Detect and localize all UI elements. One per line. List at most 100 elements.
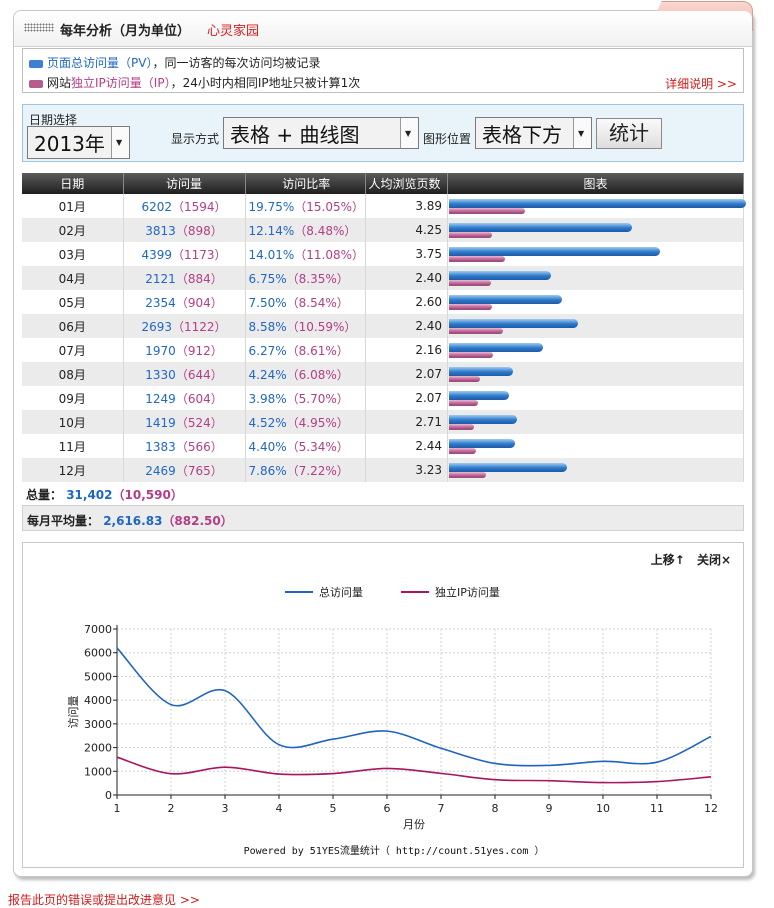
x-tick-label: 8 xyxy=(492,802,499,815)
cell-pv-ratio: 14.01% xyxy=(248,247,295,262)
chevron-down-icon xyxy=(573,118,591,148)
cell-visits: 1970（912） xyxy=(123,338,246,362)
header-ratio: 访问比率 xyxy=(245,173,367,194)
cell-ip: （644） xyxy=(175,367,223,382)
cell-ip-ratio: （15.05%） xyxy=(294,199,365,214)
cell-ratio: 12.14%（8.48%） xyxy=(245,218,367,242)
cell-pv: 1970 xyxy=(145,343,176,358)
pv-bar xyxy=(449,223,632,232)
pv-bar xyxy=(449,343,544,352)
cell-ip-ratio: （10.59%） xyxy=(286,319,357,334)
ip-bar xyxy=(449,328,503,334)
cell-ratio: 6.75%（8.35%） xyxy=(245,266,367,290)
table-header-row: 日期 访问量 访问比率 人均浏览页数 图表 xyxy=(22,173,744,194)
cell-ratio: 7.86%（7.22%） xyxy=(245,458,367,482)
cell-ip-ratio: （8.35%） xyxy=(286,271,349,286)
cell-pv: 1419 xyxy=(145,415,176,430)
cell-chart xyxy=(447,266,744,290)
series-line-2 xyxy=(116,756,712,784)
cell-pv-ratio: 4.40% xyxy=(248,439,287,454)
cell-avg-pages: 2.44 xyxy=(365,434,449,458)
cell-pv-ratio: 4.24% xyxy=(248,367,287,382)
cell-pv-ratio: 3.98% xyxy=(248,391,287,406)
cell-pv-ratio: 12.14% xyxy=(248,223,295,238)
cell-chart xyxy=(447,386,744,410)
cell-ip-ratio: （8.61%） xyxy=(286,343,349,358)
pv-bar xyxy=(449,271,551,280)
cell-ratio: 6.27%（8.61%） xyxy=(245,338,367,362)
line-chart: 010002000300040005000600070001 2 3 4 5 6 7 8 9 10… xyxy=(67,585,718,857)
y-tick-label: 4000 xyxy=(84,694,112,707)
cell-pv-ratio: 4.52% xyxy=(248,415,287,430)
cell-ip: （524） xyxy=(175,415,223,430)
legend-box: 页面总访问量（PV），同一访客的每次访问均被记录 网站独立IP访问量（IP），2… xyxy=(22,48,744,93)
cell-pv: 1330 xyxy=(145,367,176,382)
table-row: 01月 6202（1594） 19.75%（15.05%） 3.89 xyxy=(22,194,747,218)
legend-pv: 页面总访问量（PV），同一访客的每次访问均被记录 xyxy=(29,54,320,71)
cell-ip: （1594） xyxy=(172,199,227,214)
year-select[interactable]: 2013年 xyxy=(27,126,130,159)
ip-bar xyxy=(449,400,478,406)
cell-month: 01月 xyxy=(22,194,124,218)
cell-pv: 1383 xyxy=(145,439,176,454)
display-select[interactable]: 表格 + 曲线图 xyxy=(223,117,419,149)
cell-pv: 6202 xyxy=(141,199,172,214)
position-select[interactable]: 表格下方 xyxy=(475,117,592,149)
table-row: 09月 1249（604） 3.98%（5.70%） 2.07 xyxy=(22,386,744,410)
site-name: 心灵家园 xyxy=(207,24,260,39)
drag-grip-icon[interactable] xyxy=(24,23,54,32)
ip-bar xyxy=(449,232,493,238)
legend-ip-desc: ，24小时内相同IP地址只被计算1次 xyxy=(170,76,361,90)
y-tick-label: 1000 xyxy=(84,765,112,778)
cell-ratio: 4.24%（6.08%） xyxy=(245,362,367,386)
cell-visits: 2121（884） xyxy=(123,266,246,290)
feedback-link[interactable]: 报告此页的错误或提出改进意见 >> xyxy=(8,891,200,908)
table-row: 11月 1383（566） 4.40%（5.34%） 2.44 xyxy=(22,434,744,458)
cell-month: 06月 xyxy=(22,314,124,338)
cell-ip: （604） xyxy=(175,391,223,406)
cell-chart xyxy=(447,458,744,482)
y-tick-label: 0 xyxy=(105,789,112,802)
detail-link[interactable]: 详细说明 >> xyxy=(665,75,737,92)
header-date: 日期 xyxy=(22,173,124,194)
cell-avg-pages: 4.25 xyxy=(365,218,449,242)
cell-avg-pages: 2.40 xyxy=(365,314,449,338)
legend-label-2: 独立IP访问量 xyxy=(435,585,500,599)
ip-bar xyxy=(449,472,486,478)
cell-month: 09月 xyxy=(22,386,124,410)
cell-ip: （1122） xyxy=(172,319,227,334)
table-row: 05月 2354（904） 7.50%（8.54%） 2.60 xyxy=(22,290,744,314)
cell-ip-ratio: （7.22%） xyxy=(286,463,349,478)
chevron-down-icon xyxy=(111,127,129,158)
x-tick-label: 9 xyxy=(546,802,553,815)
position-label: 图形位置 xyxy=(423,132,472,146)
cell-visits: 2469（765） xyxy=(123,458,246,482)
cell-ip: （912） xyxy=(175,343,223,358)
header-visits: 访问量 xyxy=(123,173,246,194)
cell-visits: 2693（1122） xyxy=(123,314,246,338)
cell-avg-pages: 2.07 xyxy=(365,386,449,410)
y-tick-label: 5000 xyxy=(84,670,112,683)
cell-ip: （566） xyxy=(175,439,223,454)
ip-bar xyxy=(449,256,506,262)
cell-ip: （904） xyxy=(175,295,223,310)
cell-ip-ratio: （6.08%） xyxy=(286,367,349,382)
cell-chart xyxy=(447,242,744,266)
cell-avg-pages: 3.89 xyxy=(365,194,449,218)
cell-chart xyxy=(447,314,744,338)
totals-row: 总量： 31,402（10,590） xyxy=(22,481,744,505)
cell-month: 05月 xyxy=(22,290,124,314)
cell-month: 02月 xyxy=(22,218,124,242)
cell-chart xyxy=(447,434,744,458)
cell-pv: 4399 xyxy=(141,247,172,262)
cell-ip-ratio: （8.48%） xyxy=(294,223,357,238)
stats-table: 日期 访问量 访问比率 人均浏览页数 图表 01月 6202（1594） 19.75… xyxy=(22,173,747,482)
monthly-average-row: 每月平均量： 2,616.83（882.50） xyxy=(22,505,744,531)
position-select-value: 表格下方 xyxy=(482,123,562,147)
submit-button[interactable]: 统计 xyxy=(596,118,662,149)
cell-pv-ratio: 7.86% xyxy=(248,463,287,478)
legend-ip-prefix: 网站 xyxy=(47,76,72,90)
cell-pv-ratio: 7.50% xyxy=(248,295,287,310)
ip-bar xyxy=(449,280,492,286)
avg-pv: 2,616.83 xyxy=(103,514,163,528)
